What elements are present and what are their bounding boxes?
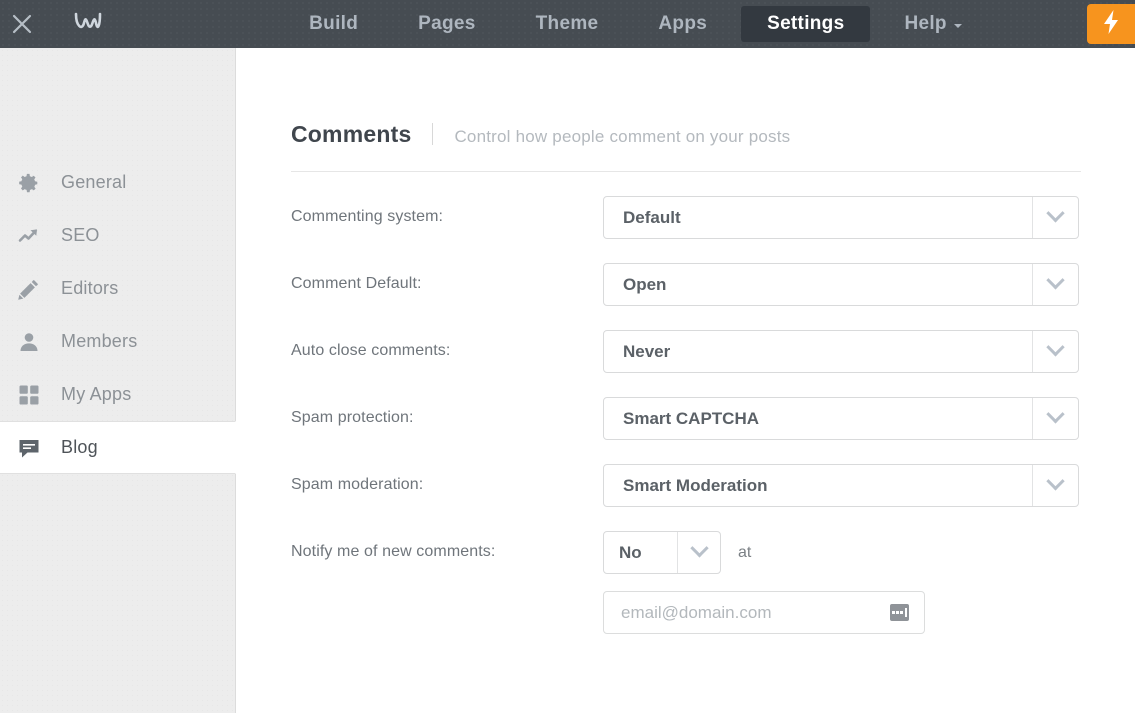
select-value: Smart Moderation: [623, 475, 768, 495]
nav-label: Build: [309, 13, 359, 34]
form-row-spam-moderation: Spam moderation: Smart Moderation: [291, 464, 1135, 507]
nav-item-help[interactable]: Help: [878, 6, 987, 42]
field-label: Comment Default:: [291, 275, 422, 292]
publish-button[interactable]: [1087, 4, 1135, 44]
select-value: Never: [623, 341, 671, 361]
field-label: Spam protection:: [291, 409, 414, 426]
close-button[interactable]: [0, 0, 44, 48]
sidebar-item-label: SEO: [61, 225, 100, 245]
sidebar-list: General SEO Editors Members My Apps Blog: [0, 48, 236, 474]
sidebar-item-my-apps[interactable]: My Apps: [0, 368, 235, 421]
form-row-commenting-system: Commenting system: Default: [291, 196, 1135, 239]
page-header: Comments Control how people comment on y…: [291, 120, 1081, 172]
nav-label: Pages: [418, 13, 476, 34]
chevron-down-icon: [1032, 331, 1078, 372]
field-label: Notify me of new comments:: [291, 543, 496, 560]
sidebar-item-blog[interactable]: Blog: [0, 421, 236, 474]
nav-item-settings[interactable]: Settings: [741, 6, 871, 42]
header-divider: [432, 123, 434, 145]
sidebar-item-editors[interactable]: Editors: [0, 262, 235, 315]
settings-main-panel: Comments Control how people comment on y…: [237, 48, 1135, 713]
chevron-down-icon: [1032, 465, 1078, 506]
weebly-logo-button[interactable]: [44, 0, 132, 48]
sidebar-item-label: Members: [61, 331, 138, 351]
autofill-icon[interactable]: [890, 604, 909, 621]
close-icon: [11, 13, 33, 35]
grid-apps-icon: [17, 383, 61, 407]
lightning-bolt-icon: [1101, 9, 1121, 40]
at-label: at: [738, 543, 752, 561]
nav-label: Settings: [767, 13, 845, 34]
commenting-system-select[interactable]: Default: [603, 196, 1079, 239]
sidebar-item-members[interactable]: Members: [0, 315, 235, 368]
nav-label: Theme: [535, 13, 599, 34]
select-value: Default: [623, 207, 681, 227]
spam-protection-select[interactable]: Smart CAPTCHA: [603, 397, 1079, 440]
speech-bubble-icon: [17, 436, 61, 460]
person-icon: [17, 330, 61, 354]
chevron-down-icon: [677, 532, 720, 573]
sidebar-item-label: Editors: [61, 278, 119, 298]
pencil-icon: [17, 277, 61, 301]
weebly-logo-icon: [73, 10, 103, 39]
comment-default-select[interactable]: Open: [603, 263, 1079, 306]
nav-item-apps[interactable]: Apps: [632, 6, 733, 42]
nav-item-pages[interactable]: Pages: [392, 6, 501, 42]
field-label: Auto close comments:: [291, 342, 451, 359]
select-value: No: [619, 542, 642, 562]
sidebar-item-label: General: [61, 172, 127, 192]
settings-sidebar: General SEO Editors Members My Apps Blog: [0, 48, 236, 713]
page-subtitle: Control how people comment on your posts: [454, 127, 791, 146]
sidebar-item-seo[interactable]: SEO: [0, 209, 235, 262]
select-value: Smart CAPTCHA: [623, 408, 760, 428]
form-row-spam-protection: Spam protection: Smart CAPTCHA: [291, 397, 1135, 440]
comments-settings-form: Commenting system: Default Comment Defau…: [291, 196, 1135, 634]
notify-toggle-row: No at: [603, 531, 925, 574]
email-input[interactable]: [604, 592, 876, 633]
page-title: Comments: [291, 121, 412, 147]
nav-item-theme[interactable]: Theme: [510, 6, 625, 42]
spam-moderation-select[interactable]: Smart Moderation: [603, 464, 1079, 507]
trend-arrow-icon: [17, 224, 61, 248]
notify-email-field[interactable]: [603, 591, 925, 634]
chevron-down-icon: [1032, 264, 1078, 305]
sidebar-item-label: Blog: [61, 437, 98, 457]
field-label: Commenting system:: [291, 208, 444, 225]
main-nav: Build Pages Theme Apps Settings Help: [132, 0, 1079, 48]
top-navigation-bar: Build Pages Theme Apps Settings Help: [0, 0, 1135, 48]
notify-me-select[interactable]: No: [603, 531, 721, 574]
nav-label: Apps: [658, 13, 708, 34]
form-row-comment-default: Comment Default: Open: [291, 263, 1135, 306]
auto-close-comments-select[interactable]: Never: [603, 330, 1079, 373]
chevron-down-icon: [1032, 398, 1078, 439]
form-row-auto-close-comments: Auto close comments: Never: [291, 330, 1135, 373]
sidebar-item-general[interactable]: General: [0, 156, 235, 209]
gear-icon: [17, 171, 61, 195]
form-row-notify-me: Notify me of new comments: No at: [291, 531, 1135, 634]
field-label: Spam moderation:: [291, 476, 424, 493]
nav-label: Help: [904, 13, 947, 34]
select-value: Open: [623, 274, 667, 294]
chevron-down-icon: [1032, 197, 1078, 238]
nav-item-build[interactable]: Build: [283, 6, 384, 42]
notify-field-group: No at: [603, 531, 925, 634]
sidebar-item-label: My Apps: [61, 384, 132, 404]
chevron-down-icon: [953, 24, 962, 28]
